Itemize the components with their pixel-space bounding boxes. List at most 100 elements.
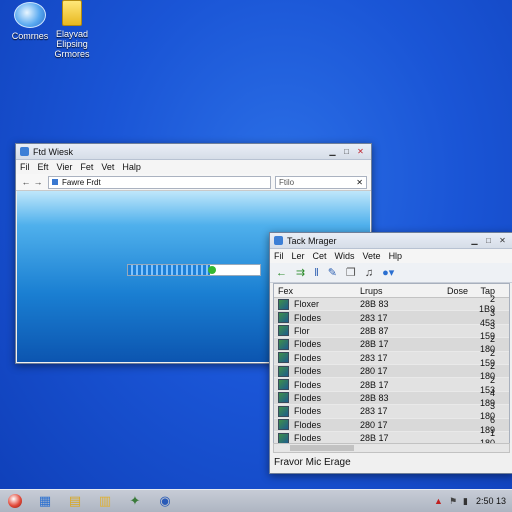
flag-icon[interactable]: ⚑	[449, 496, 457, 507]
search-icon[interactable]: ✕	[356, 177, 363, 188]
process-name-cell: Flodes	[274, 365, 356, 377]
process-name: Flodes	[294, 379, 322, 390]
table-header: Fex Lrups Dose Tap	[274, 284, 509, 298]
process-name: Flodes	[294, 419, 322, 430]
split-icon[interactable]: ‖	[314, 267, 319, 279]
scrollbar-thumb[interactable]	[290, 445, 354, 451]
menu-item[interactable]: Hlp	[389, 251, 403, 261]
taskbar: ▦ ▤ ▥ ✦ ◉ ▲ ⚑ ▮ 2:50 13	[0, 489, 512, 512]
search-input[interactable]: Ftilo ✕	[275, 175, 367, 189]
music-icon[interactable]: ♫	[365, 267, 373, 279]
table-row[interactable]: Flodes 283 17 2 159	[274, 348, 509, 368]
process-icon	[278, 338, 289, 350]
process-name-cell: Flodes	[274, 352, 356, 364]
window-icon: ▦	[38, 493, 52, 508]
minimize-button[interactable]: ▁	[468, 235, 481, 246]
taskmgr-toolbar: ← ⇉ ‖ ✎ ❐ ♫ ●▾	[270, 263, 512, 283]
close-button[interactable]: ✕	[496, 235, 509, 246]
table-row[interactable]: Flodes 28B 17 2 180	[274, 334, 509, 354]
memory-cell: 28B 17	[360, 433, 389, 444]
process-icon	[278, 325, 289, 337]
desktop-icon-label: Elayvad Elipsing Grmores	[54, 29, 90, 59]
table-row[interactable]: Flodes 28B 17 2 153	[274, 375, 509, 395]
memory-cell: 28B 83	[360, 299, 389, 310]
clock[interactable]: 2:50 13	[476, 496, 506, 506]
process-icon	[278, 432, 289, 444]
address-toolbar: ← → Fawre Frdt Ftilo ✕	[16, 174, 371, 191]
warning-icon[interactable]: ▲	[434, 496, 443, 506]
start-orb-icon	[8, 494, 22, 508]
network-icon[interactable]: ▮	[463, 496, 468, 507]
horizontal-scrollbar[interactable]	[273, 443, 510, 453]
taskbar-folder-button[interactable]: ▤	[64, 492, 86, 510]
back-arrow-icon[interactable]: ←	[276, 267, 287, 279]
folder-icon	[62, 0, 82, 26]
maximize-button[interactable]: □	[482, 235, 495, 246]
memory-cell: 280 17	[360, 366, 388, 377]
page-favicon-icon	[52, 179, 58, 185]
table-row[interactable]: Flodes 28B 83 4 189	[274, 388, 509, 408]
close-button[interactable]: ✕	[354, 146, 367, 157]
desktop-icon-folder[interactable]: Elayvad Elipsing Grmores	[42, 0, 102, 59]
menu-item[interactable]: Wids	[335, 251, 355, 261]
table-row[interactable]: Flor 28B 87 3 159	[274, 321, 509, 341]
column-header[interactable]: Lrups	[356, 286, 420, 296]
process-name: Floxer	[294, 299, 320, 310]
menu-item[interactable]: Vete	[363, 251, 381, 261]
menu-item[interactable]: Eft	[38, 162, 49, 172]
menu-item[interactable]: Vet	[101, 162, 114, 172]
taskbar-notepad-button[interactable]: ▥	[94, 492, 116, 510]
process-name: Flodes	[294, 406, 322, 417]
table-row[interactable]: Floxer 28B 83 2 1B9	[274, 294, 509, 314]
process-icon	[278, 298, 289, 310]
address-input[interactable]: Fawre Frdt	[48, 175, 271, 189]
browser-title: Ftd Wiesk	[33, 146, 74, 157]
folder-icon: ▤	[68, 493, 82, 508]
memory-cell: 28B 17	[360, 379, 389, 390]
back-button[interactable]: ←	[20, 177, 32, 187]
process-name: Flodes	[294, 339, 322, 350]
process-name-cell: Flodes	[274, 392, 356, 404]
loading-progress-bar	[127, 264, 261, 276]
forward-arrow-icon[interactable]: ⇉	[296, 266, 305, 279]
table-row[interactable]: Flodes 283 17 3 453	[274, 308, 509, 328]
process-name: Flodes	[294, 392, 322, 403]
copy-icon[interactable]: ❐	[346, 266, 356, 279]
menu-item[interactable]: Fet	[80, 162, 93, 172]
taskmgr-titlebar[interactable]: Tack Mrager ▁ □ ✕	[270, 233, 512, 249]
browser-titlebar[interactable]: Ftd Wiesk ▁ □ ✕	[16, 144, 371, 160]
column-header[interactable]: Dose	[420, 286, 476, 296]
globe-icon: ◉	[159, 493, 171, 508]
process-name: Flodes	[294, 352, 322, 363]
table-row[interactable]: Flodes 280 17 6 189	[274, 415, 509, 435]
process-name-cell: Flor	[274, 325, 356, 337]
minimize-button[interactable]: ▁	[326, 146, 339, 157]
task-manager-window[interactable]: Tack Mrager ▁ □ ✕ Fil Ler Cet Wids Vete …	[269, 232, 512, 474]
browser-menubar: Fil Eft Vier Fet Vet Halp	[16, 160, 371, 174]
memory-cell: 283 17	[360, 406, 388, 417]
menu-item[interactable]: Fil	[274, 251, 284, 261]
edit-icon[interactable]: ✎	[328, 266, 337, 279]
taskbar-paint-button[interactable]: ✦	[124, 492, 146, 510]
menu-item[interactable]: Fil	[20, 162, 30, 172]
taskbar-browser-button[interactable]: ◉	[154, 492, 176, 510]
table-row[interactable]: Flodes 283 17 3 180	[274, 401, 509, 421]
status-bar: Fravor Mic Erage	[274, 456, 351, 468]
memory-cell: 28B 17	[360, 339, 389, 350]
maximize-button[interactable]: □	[340, 146, 353, 157]
menu-item[interactable]: Halp	[122, 162, 141, 172]
menu-item[interactable]: Cet	[313, 251, 327, 261]
forward-button[interactable]: →	[32, 177, 44, 187]
memory-cell: 280 17	[360, 419, 388, 430]
progress-indicator-icon	[207, 266, 216, 274]
process-name-cell: Flodes	[274, 338, 356, 350]
globe-icon[interactable]: ●▾	[382, 266, 394, 279]
process-name-cell: Flodes	[274, 312, 356, 324]
menu-item[interactable]: Vier	[57, 162, 73, 172]
menu-item[interactable]: Ler	[292, 251, 305, 261]
taskbar-window-button[interactable]: ▦	[34, 492, 56, 510]
process-table: Fex Lrups Dose Tap Floxer 28B 83 2 1B9 Flod…	[273, 283, 510, 445]
start-button[interactable]	[4, 492, 26, 510]
column-header[interactable]: Fex	[274, 286, 356, 296]
table-row[interactable]: Flodes 280 17 2 180	[274, 361, 509, 381]
